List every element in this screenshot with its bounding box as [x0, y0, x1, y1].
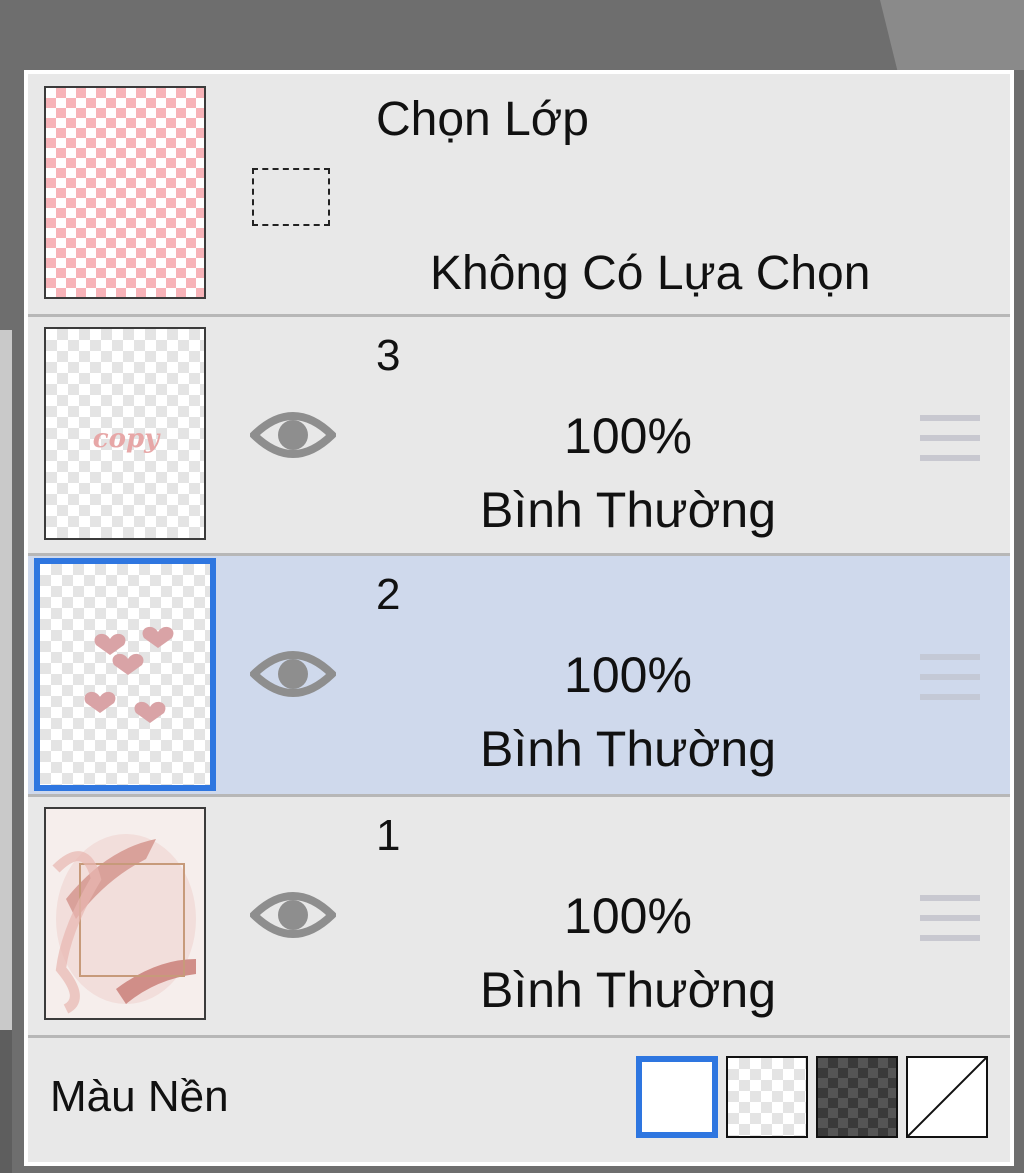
layer-opacity: 100% [564, 888, 692, 944]
drag-handle-icon[interactable] [920, 413, 980, 463]
layer-row-2[interactable]: 2 100% Bình Thường [28, 556, 1010, 794]
drag-handle-icon[interactable] [920, 652, 980, 702]
background-side-edge [0, 1030, 12, 1173]
layer-panel: Chọn Lớp Không Có Lựa Chọn copy 3 100% B… [24, 70, 1014, 1166]
selection-layer-title: Chọn Lớp [376, 93, 589, 146]
selection-marquee-icon [252, 168, 330, 226]
divider [28, 1035, 1010, 1038]
background-canvas-fragment [880, 0, 1024, 70]
background-swatch-none[interactable] [906, 1056, 988, 1138]
visibility-eye-icon[interactable] [250, 405, 336, 465]
layer-name: 2 [376, 570, 401, 619]
thumb-copy-text: copy [93, 424, 161, 454]
selection-status: Không Có Lựa Chọn [430, 247, 871, 300]
layer-blend-mode[interactable]: Bình Thường [458, 720, 798, 778]
layer-thumbnail-1 [44, 807, 206, 1020]
background-side-panel [0, 330, 12, 1030]
layer-blend-mode[interactable]: Bình Thường [458, 961, 798, 1019]
selection-layer-row[interactable]: Chọn Lớp Không Có Lựa Chọn [28, 74, 1010, 314]
background-color-label: Màu Nền [50, 1072, 229, 1121]
background-swatch-transparent-light[interactable] [726, 1056, 808, 1138]
layer-blend-mode[interactable]: Bình Thường [458, 481, 798, 539]
hearts-icon [84, 626, 174, 723]
layer-row-3[interactable]: copy 3 100% Bình Thường [28, 317, 1010, 553]
layer-thumbnail-3: copy [44, 327, 206, 540]
background-swatch-white[interactable] [636, 1056, 718, 1138]
layer-row-1[interactable]: 1 100% Bình Thường [28, 797, 1010, 1035]
layer-opacity: 100% [564, 408, 692, 464]
drag-handle-icon[interactable] [920, 893, 980, 943]
layer-thumbnail-2 [34, 558, 216, 791]
selection-layer-thumbnail [44, 86, 206, 299]
layer-name: 3 [376, 331, 401, 380]
background-swatch-transparent-dark[interactable] [816, 1056, 898, 1138]
layer-panel-body: Chọn Lớp Không Có Lựa Chọn copy 3 100% B… [24, 70, 1014, 1166]
visibility-eye-icon[interactable] [250, 644, 336, 704]
layer-opacity: 100% [564, 647, 692, 703]
layer-name: 1 [376, 811, 401, 860]
diagonal-slash-icon [907, 1057, 987, 1137]
visibility-eye-icon[interactable] [250, 885, 336, 945]
